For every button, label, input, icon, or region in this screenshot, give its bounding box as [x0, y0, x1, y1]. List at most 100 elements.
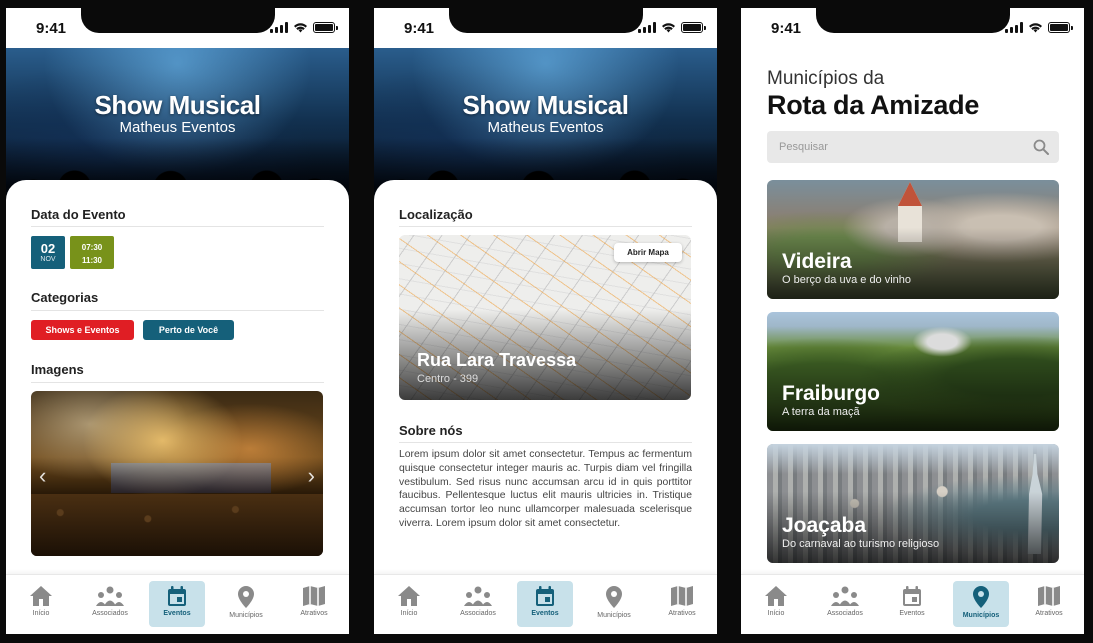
- search-input[interactable]: Pesquisar: [767, 131, 1059, 163]
- nav-label: Associados: [92, 610, 128, 617]
- date-month: NOV: [40, 256, 56, 263]
- category-chip-perto[interactable]: Perto de Você: [143, 320, 234, 340]
- map-icon: [1038, 586, 1060, 606]
- nav-item-inicio[interactable]: Início: [748, 581, 804, 627]
- time-end: 11:30: [81, 256, 103, 265]
- location-map[interactable]: Abrir Mapa Rua Lara Travessa Centro - 39…: [399, 235, 691, 400]
- status-bar: 9:41: [6, 8, 349, 48]
- calendar-icon: [903, 586, 921, 606]
- calendar-icon: [168, 586, 186, 606]
- date-section-title: Data do Evento: [31, 207, 126, 222]
- nav-label: Associados: [827, 610, 863, 617]
- event-details-screen: 9:41 Show Musical Matheus Eventos Data d…: [6, 8, 349, 634]
- battery-icon: [681, 22, 706, 33]
- image-carousel[interactable]: ‹ ›: [31, 391, 323, 556]
- map-icon: [671, 586, 693, 606]
- municipalities-screen: 9:41 Municípios da Rota da Amizade Pesqu…: [741, 8, 1084, 634]
- nav-item-atrativos[interactable]: Atrativos: [286, 581, 342, 627]
- nav-item-eventos[interactable]: Eventos: [149, 581, 205, 627]
- home-icon: [398, 586, 420, 606]
- open-map-button[interactable]: Abrir Mapa: [614, 243, 682, 262]
- location-section-title: Localização: [399, 207, 473, 222]
- address-district: Centro - 399: [417, 373, 479, 385]
- nav-item-eventos[interactable]: Eventos: [884, 581, 940, 627]
- nav-item-atrativos[interactable]: Atrativos: [1021, 581, 1077, 627]
- municipality-card-videira[interactable]: Videira O berço da uva e do vinho: [767, 180, 1059, 299]
- wifi-icon: [662, 23, 675, 33]
- carousel-prev-icon[interactable]: ‹: [39, 463, 46, 489]
- time-badge: 07:30 11:30: [70, 236, 114, 269]
- search-placeholder: Pesquisar: [779, 141, 828, 153]
- bottom-nav: Início Associados Eventos Municípios Atr…: [6, 574, 349, 634]
- stage-image: [111, 463, 271, 493]
- nav-item-municipios[interactable]: Municípios: [953, 581, 1009, 627]
- signal-icon: [638, 22, 656, 33]
- categories-section-title: Categorias: [31, 290, 99, 305]
- nav-item-inicio[interactable]: Início: [381, 581, 437, 627]
- divider: [399, 442, 692, 443]
- signal-icon: [1005, 22, 1023, 33]
- nav-item-municipios[interactable]: Municípios: [586, 581, 642, 627]
- images-section-title: Imagens: [31, 362, 84, 377]
- nav-item-eventos[interactable]: Eventos: [517, 581, 573, 627]
- address-street: Rua Lara Travessa: [417, 350, 577, 370]
- nav-label: Atrativos: [1035, 610, 1063, 617]
- about-section-title: Sobre nós: [399, 423, 463, 438]
- location-pin-icon: [238, 586, 254, 608]
- notch: [816, 8, 1010, 33]
- status-icons: [1005, 22, 1073, 33]
- carousel-next-icon[interactable]: ›: [308, 463, 315, 489]
- home-icon: [30, 586, 52, 606]
- status-bar: 9:41: [741, 8, 1084, 48]
- divider: [31, 226, 324, 227]
- nav-item-associados[interactable]: Associados: [450, 581, 506, 627]
- calendar-icon: [536, 586, 554, 606]
- nav-label: Eventos: [531, 610, 559, 617]
- divider: [399, 226, 692, 227]
- nav-label: Atrativos: [668, 610, 696, 617]
- category-chip-shows[interactable]: Shows e Eventos: [31, 320, 134, 340]
- about-text: Lorem ipsum dolor sit amet consectetur. …: [399, 449, 692, 529]
- card-subtitle: Do carnaval ao turismo religioso: [782, 538, 940, 550]
- event-organizer: Matheus Eventos: [487, 119, 604, 136]
- nav-label: Atrativos: [300, 610, 328, 617]
- event-location-screen: 9:41 Show Musical Matheus Eventos Locali…: [374, 8, 717, 634]
- wifi-icon: [294, 23, 307, 33]
- date-badge: 02 NOV: [31, 236, 65, 269]
- event-organizer: Matheus Eventos: [119, 119, 236, 136]
- people-icon: [96, 586, 124, 606]
- wifi-icon: [1029, 23, 1042, 33]
- nav-item-municipios[interactable]: Municípios: [218, 581, 274, 627]
- audience-image: [31, 494, 323, 556]
- card-title: Joaçaba: [782, 514, 867, 537]
- status-bar: 9:41: [374, 8, 717, 48]
- nav-item-atrativos[interactable]: Atrativos: [654, 581, 710, 627]
- location-pin-icon: [973, 586, 989, 608]
- battery-icon: [1048, 22, 1073, 33]
- municipality-card-joacaba[interactable]: Joaçaba Do carnaval ao turismo religioso: [767, 444, 1059, 563]
- nav-item-inicio[interactable]: Início: [13, 581, 69, 627]
- people-icon: [464, 586, 492, 606]
- signal-icon: [270, 22, 288, 33]
- nav-item-associados[interactable]: Associados: [817, 581, 873, 627]
- nav-label: Municípios: [597, 612, 631, 619]
- nav-item-associados[interactable]: Associados: [82, 581, 138, 627]
- location-pin-icon: [606, 586, 622, 608]
- search-icon[interactable]: [1033, 139, 1049, 155]
- nav-label: Início: [32, 610, 50, 617]
- people-icon: [831, 586, 859, 606]
- card-subtitle: O berço da uva e do vinho: [782, 274, 912, 286]
- nav-label: Associados: [460, 610, 496, 617]
- status-time: 9:41: [36, 20, 67, 37]
- bottom-nav: Início Associados Eventos Municípios Atr…: [374, 574, 717, 634]
- divider: [31, 310, 324, 311]
- page-title-line2: Rota da Amizade: [767, 90, 980, 120]
- status-time: 9:41: [771, 20, 802, 37]
- notch: [81, 8, 275, 33]
- nav-label: Municípios: [962, 612, 1000, 619]
- map-icon: [303, 586, 325, 606]
- municipality-card-fraiburgo[interactable]: Fraiburgo A terra da maçã: [767, 312, 1059, 431]
- nav-label: Eventos: [163, 610, 191, 617]
- status-icons: [270, 22, 338, 33]
- card-subtitle: A terra da maçã: [782, 406, 860, 418]
